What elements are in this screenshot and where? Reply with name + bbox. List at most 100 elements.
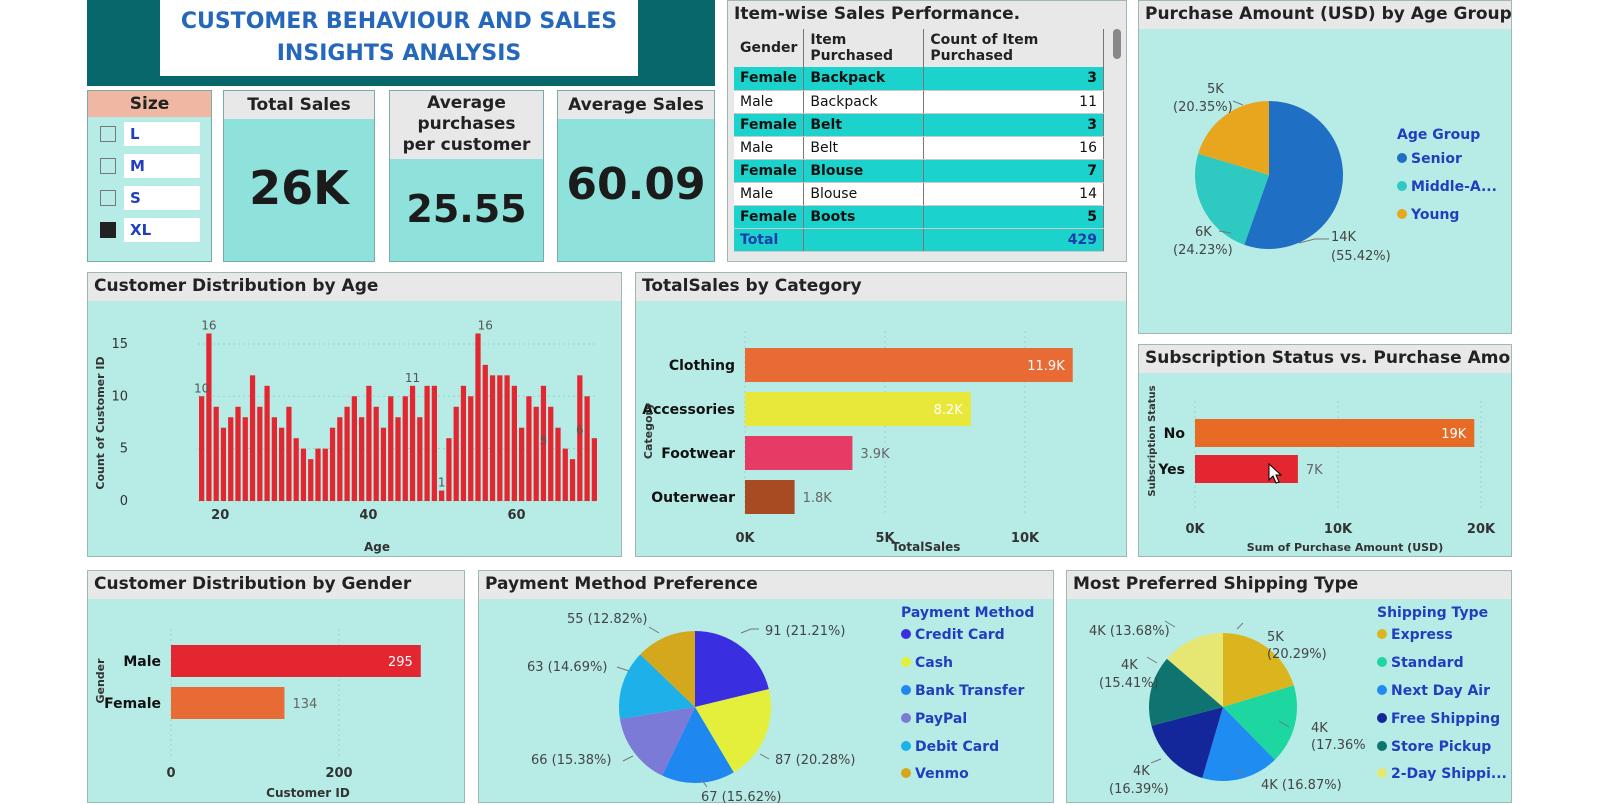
- age-bar[interactable]: [402, 396, 408, 501]
- slicer-option-l[interactable]: L: [100, 122, 200, 146]
- age-bar[interactable]: [308, 459, 314, 501]
- age-bar[interactable]: [271, 417, 277, 501]
- category-bar[interactable]: [745, 348, 1073, 382]
- table-row[interactable]: Female Belt 3: [734, 113, 1104, 137]
- age-bar[interactable]: [228, 417, 234, 501]
- age-bar[interactable]: [548, 406, 554, 501]
- age-legend-young[interactable]: Young: [1397, 207, 1459, 223]
- age-bar[interactable]: [577, 375, 583, 501]
- table-row[interactable]: Male Backpack 11: [734, 90, 1104, 114]
- table-row[interactable]: Male Belt 16: [734, 136, 1104, 160]
- age-bar[interactable]: [249, 375, 256, 501]
- age-bar[interactable]: [468, 396, 474, 501]
- age-bar[interactable]: [431, 385, 437, 501]
- age-bar[interactable]: [497, 375, 503, 501]
- age-bar[interactable]: [584, 396, 590, 501]
- age-bar[interactable]: [533, 406, 539, 501]
- age-bar[interactable]: [264, 385, 270, 501]
- col-count[interactable]: Count of Item Purchased: [923, 29, 1104, 67]
- col-gender[interactable]: Gender: [734, 29, 805, 67]
- table-row[interactable]: Female Backpack 3: [734, 67, 1104, 91]
- age-bar[interactable]: [235, 406, 241, 501]
- age-bar[interactable]: [417, 417, 423, 501]
- age-bar[interactable]: [526, 396, 532, 501]
- table-scrollbar[interactable]: [1113, 29, 1121, 59]
- age-bar[interactable]: [562, 448, 568, 501]
- mouse-cursor-icon: [1268, 463, 1283, 484]
- age-bar[interactable]: [482, 364, 488, 501]
- category-bar[interactable]: [745, 436, 853, 470]
- age-data-label: 1: [438, 476, 446, 490]
- gender-bar[interactable]: [171, 687, 285, 719]
- age-bar[interactable]: [395, 417, 401, 501]
- table-row[interactable]: Male Blouse 14: [734, 182, 1104, 206]
- checkbox-l[interactable]: [100, 126, 116, 142]
- age-bar[interactable]: [213, 406, 219, 501]
- age-bar[interactable]: [591, 438, 597, 501]
- age-bar[interactable]: [373, 406, 379, 501]
- payment-legend-cash[interactable]: Cash: [901, 655, 953, 671]
- age-legend-senior[interactable]: Senior: [1397, 151, 1462, 167]
- checkbox-xl[interactable]: [100, 222, 116, 238]
- checkbox-m[interactable]: [100, 158, 116, 174]
- age-bar[interactable]: [351, 396, 357, 501]
- subscription-bar[interactable]: [1195, 419, 1475, 447]
- age-bar[interactable]: [257, 406, 263, 501]
- age-bar[interactable]: [446, 438, 452, 501]
- age-bar[interactable]: [555, 427, 561, 501]
- checkbox-s[interactable]: [100, 190, 116, 206]
- shipping-legend-2day[interactable]: 2-Day Shippi...: [1377, 766, 1507, 782]
- table-row[interactable]: Female Boots 5: [734, 205, 1104, 229]
- age-bar[interactable]: [511, 385, 517, 501]
- age-bar[interactable]: [279, 427, 285, 501]
- col-item[interactable]: Item Purchased: [803, 29, 925, 67]
- age-bar[interactable]: [460, 385, 467, 501]
- age-bar[interactable]: [315, 448, 321, 501]
- payment-legend-bank[interactable]: Bank Transfer: [901, 683, 1024, 699]
- age-bar[interactable]: [300, 448, 307, 501]
- slicer-option-xl[interactable]: XL: [100, 218, 200, 242]
- age-bar[interactable]: [286, 406, 292, 501]
- age-bar[interactable]: [220, 427, 227, 501]
- shipping-label-free-pct: (16.39%): [1109, 782, 1169, 797]
- age-bar[interactable]: [453, 406, 459, 501]
- slicer-option-s[interactable]: S: [100, 186, 200, 210]
- age-bar[interactable]: [359, 417, 365, 501]
- age-bar[interactable]: [504, 375, 510, 501]
- age-bar[interactable]: [329, 427, 336, 501]
- age-bar[interactable]: [199, 396, 205, 501]
- age-distribution-title: Customer Distribution by Age: [88, 273, 621, 301]
- age-bar[interactable]: [380, 427, 387, 501]
- slicer-option-m[interactable]: M: [100, 154, 200, 178]
- payment-legend-venmo[interactable]: Venmo: [901, 766, 969, 782]
- shipping-legend-store[interactable]: Store Pickup: [1377, 739, 1491, 755]
- payment-legend-paypal[interactable]: PayPal: [901, 711, 967, 727]
- payment-legend-credit[interactable]: Credit Card: [901, 627, 1005, 643]
- age-bar[interactable]: [475, 333, 481, 501]
- age-bar[interactable]: [569, 459, 576, 501]
- age-bar[interactable]: [388, 396, 394, 501]
- payment-legend-debit[interactable]: Debit Card: [901, 739, 999, 755]
- age-bar[interactable]: [293, 438, 299, 501]
- age-bar[interactable]: [439, 490, 445, 501]
- age-bar[interactable]: [424, 385, 430, 501]
- subscription-data-label: 7K: [1306, 463, 1323, 478]
- gender-bar[interactable]: [171, 645, 421, 677]
- age-bar[interactable]: [489, 375, 496, 501]
- age-bar[interactable]: [242, 417, 248, 501]
- category-bar[interactable]: [745, 480, 795, 514]
- age-bar[interactable]: [322, 448, 328, 501]
- shipping-legend-nextday[interactable]: Next Day Air: [1377, 683, 1490, 699]
- shipping-legend-express[interactable]: Express: [1377, 627, 1453, 643]
- age-bar[interactable]: [519, 427, 525, 501]
- age-legend-middle[interactable]: Middle-A...: [1397, 179, 1497, 195]
- age-bar[interactable]: [206, 333, 212, 501]
- table-row[interactable]: Female Blouse 7: [734, 159, 1104, 183]
- age-bar[interactable]: [409, 385, 416, 501]
- age-bar[interactable]: [337, 417, 343, 501]
- age-bar[interactable]: [366, 385, 372, 501]
- shipping-legend-free[interactable]: Free Shipping: [1377, 711, 1500, 727]
- gender-x-tick: 0: [166, 766, 175, 781]
- age-bar[interactable]: [344, 406, 350, 501]
- shipping-legend-standard[interactable]: Standard: [1377, 655, 1464, 671]
